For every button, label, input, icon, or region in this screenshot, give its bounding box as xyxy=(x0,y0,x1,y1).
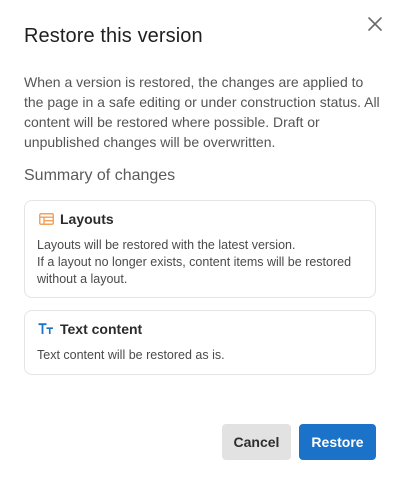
cancel-button[interactable]: Cancel xyxy=(222,424,291,460)
close-button[interactable] xyxy=(365,14,385,34)
dialog-title: Restore this version xyxy=(24,25,203,47)
restore-button[interactable]: Restore xyxy=(299,424,376,460)
change-card-text: Text content will be restored as is. xyxy=(37,348,225,362)
change-card-title: Layouts xyxy=(60,211,114,227)
text-size-icon xyxy=(38,321,54,337)
change-card-text-content: Text content Text content will be restor… xyxy=(24,310,376,375)
restore-version-dialog: Restore this version When a version is r… xyxy=(0,0,400,484)
layout-icon xyxy=(38,211,54,227)
change-card-layouts: Layouts Layouts will be restored with th… xyxy=(24,200,376,298)
change-card-body: Layouts will be restored with the latest… xyxy=(37,237,357,288)
change-card-title: Text content xyxy=(60,321,143,337)
close-icon xyxy=(368,17,382,31)
change-card-text: If a layout no longer exists, content it… xyxy=(37,255,352,286)
change-card-text: Layouts will be restored with the latest… xyxy=(37,238,296,252)
change-card-header: Text content xyxy=(38,321,142,337)
change-card-header: Layouts xyxy=(38,211,114,227)
summary-heading: Summary of changes xyxy=(24,167,176,184)
change-card-body: Text content will be restored as is. xyxy=(37,347,357,364)
dialog-description: When a version is restored, the changes … xyxy=(24,74,380,150)
